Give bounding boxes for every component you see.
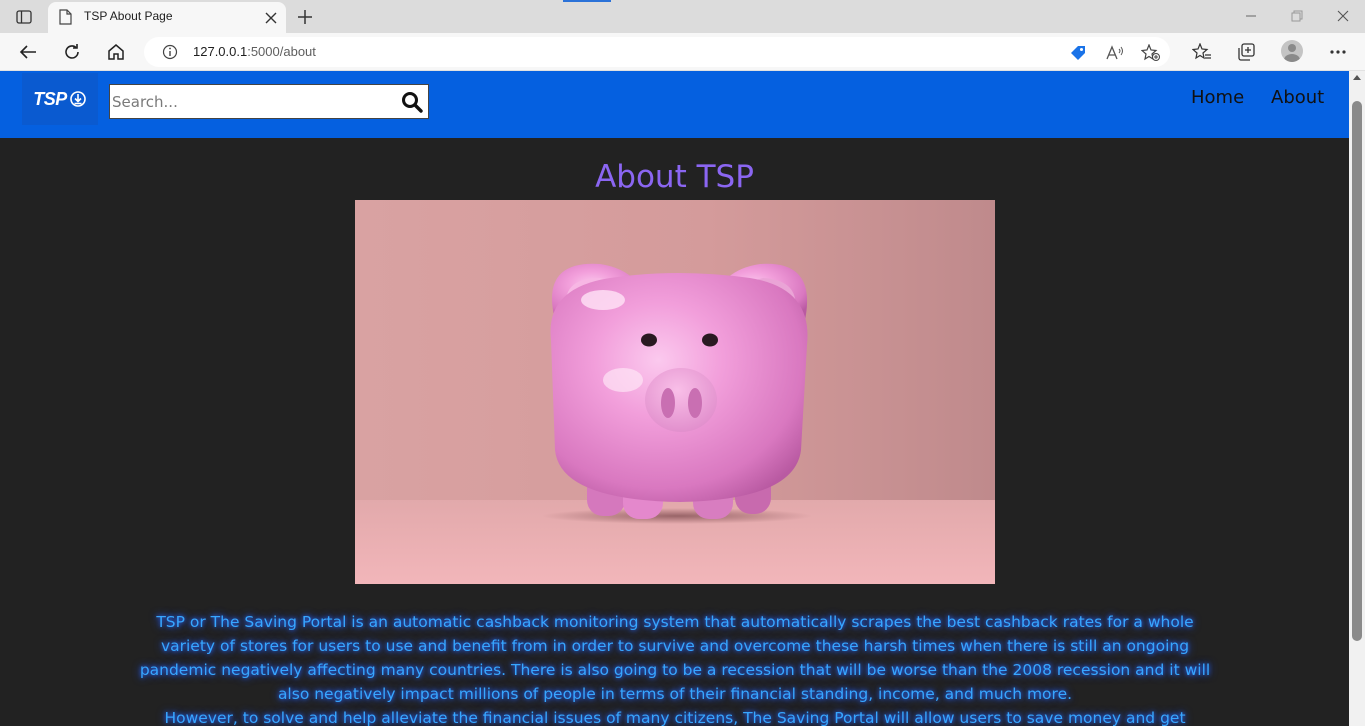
url-path: :5000/about (247, 44, 316, 59)
about-paragraph-2: However, to solve and help alleviate the… (164, 709, 1186, 726)
brand-logo[interactable]: TSP (22, 73, 98, 125)
home-icon[interactable] (105, 41, 127, 63)
url-host: 127.0.0.1 (193, 44, 248, 59)
collections-icon[interactable] (1235, 41, 1257, 63)
close-window-icon[interactable] (1335, 8, 1351, 24)
scroll-up-arrow-icon[interactable] (1353, 75, 1361, 80)
tab-actions-icon[interactable] (10, 6, 38, 28)
address-bar[interactable]: 127.0.0.1:5000/about (144, 37, 1170, 67)
close-tab-icon[interactable] (264, 10, 278, 29)
nav-link-about[interactable]: About (1271, 87, 1324, 108)
about-description: TSP or The Saving Portal is an automatic… (135, 610, 1215, 726)
search-icon[interactable] (400, 90, 424, 114)
read-aloud-icon[interactable] (1105, 43, 1125, 63)
add-favorite-icon[interactable] (1141, 43, 1161, 63)
site-navbar: TSP Home About (0, 71, 1349, 138)
restore-icon[interactable] (1289, 8, 1305, 24)
url-text: 127.0.0.1:5000/about (193, 44, 316, 59)
tab-title: TSP About Page (84, 9, 173, 23)
site-info-icon[interactable] (162, 44, 178, 64)
about-paragraph-1: TSP or The Saving Portal is an automatic… (139, 613, 1211, 703)
new-tab-icon[interactable] (294, 6, 316, 28)
scroll-thumb[interactable] (1352, 101, 1362, 641)
profile-avatar-icon[interactable] (1281, 40, 1303, 62)
refresh-icon[interactable] (61, 41, 83, 63)
browser-tab[interactable]: TSP About Page (48, 2, 286, 33)
minimize-icon[interactable] (1243, 8, 1259, 24)
page-scrollbar[interactable] (1349, 71, 1365, 726)
search-input[interactable] (110, 85, 396, 118)
back-arrow-icon[interactable] (17, 41, 39, 63)
page-icon (59, 9, 72, 29)
active-indicator (563, 0, 611, 2)
search-form (109, 84, 429, 119)
page-title: About TSP (595, 159, 754, 195)
download-coin-icon (69, 91, 86, 107)
favorites-icon[interactable] (1191, 41, 1213, 63)
shopping-tag-icon[interactable] (1068, 43, 1088, 63)
brand-text: TSP (33, 88, 67, 109)
more-options-icon[interactable] (1327, 41, 1349, 63)
piggy-bank-image (355, 200, 995, 584)
nav-link-home[interactable]: Home (1191, 87, 1244, 108)
page-viewport: TSP Home About About TSP (0, 71, 1349, 726)
browser-tab-bar: TSP About Page (0, 0, 1365, 33)
browser-toolbar: 127.0.0.1:5000/about (0, 33, 1365, 71)
